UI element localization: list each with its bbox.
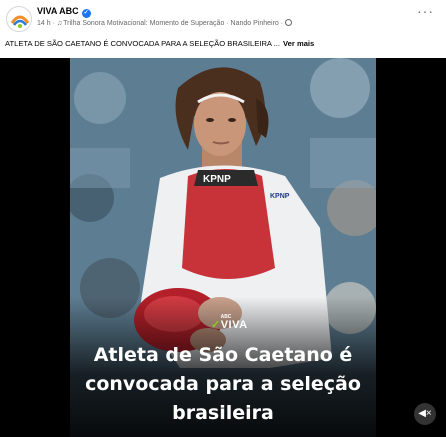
music-note-icon: ♫: [56, 20, 63, 27]
viva-abc-logo: ABC ✓VIVA: [211, 314, 247, 331]
chest-protector-text: KPNP: [203, 174, 231, 185]
post-header: VIVA ABC ✓ 14 h · ♫Trilha Sonora Motivaci…: [0, 0, 446, 58]
meta-separator-2: ·: [280, 20, 284, 27]
post-meta: 14 h · ♫Trilha Sonora Motivacional: Mome…: [37, 19, 293, 27]
globe-icon[interactable]: [285, 19, 293, 26]
headline-line: Atleta de São Caetano é: [93, 344, 353, 366]
page-avatar[interactable]: [6, 6, 32, 32]
logo-main-text: ✓VIVA: [211, 319, 247, 331]
logo-main-word: VIVA: [220, 319, 248, 331]
post-caption: ATLETA DE SÃO CAETANO É CONVOCADA PARA A…: [5, 39, 314, 48]
headline-line: convocada para a seleção: [85, 373, 361, 395]
video-frame: KPNP KPNP ABC ✓VIVA Atleta de São Caetan…: [70, 58, 376, 437]
post-time[interactable]: 14 h: [37, 20, 51, 27]
video-headline: Atleta de São Caetano é convocada para a…: [70, 341, 376, 428]
headline-line: brasileira: [172, 402, 274, 424]
verified-badge-icon: ✓: [81, 9, 91, 18]
more-options-button[interactable]: ···: [417, 4, 434, 18]
caption-text: ATLETA DE SÃO CAETANO É CONVOCADA PARA A…: [5, 39, 281, 48]
logo-check-icon: ✓: [211, 319, 221, 331]
see-more-link[interactable]: Ver mais: [283, 39, 314, 48]
page-name-text[interactable]: VIVA ABC: [37, 6, 79, 16]
sleeve-logo-text: KPNP: [270, 193, 290, 200]
facebook-video-post: VIVA ABC ✓ 14 h · ♫Trilha Sonora Motivaci…: [0, 0, 446, 437]
mute-button[interactable]: ◀×: [414, 403, 436, 425]
page-name[interactable]: VIVA ABC ✓: [37, 6, 91, 18]
meta-separator: ·: [52, 20, 55, 27]
video-player[interactable]: KPNP KPNP ABC ✓VIVA Atleta de São Caetan…: [0, 58, 446, 437]
avatar-logo-icon: [8, 8, 31, 31]
audio-track[interactable]: Trilha Sonora Motivacional: Momento de S…: [63, 20, 279, 27]
speaker-muted-icon: ◀×: [418, 408, 432, 419]
